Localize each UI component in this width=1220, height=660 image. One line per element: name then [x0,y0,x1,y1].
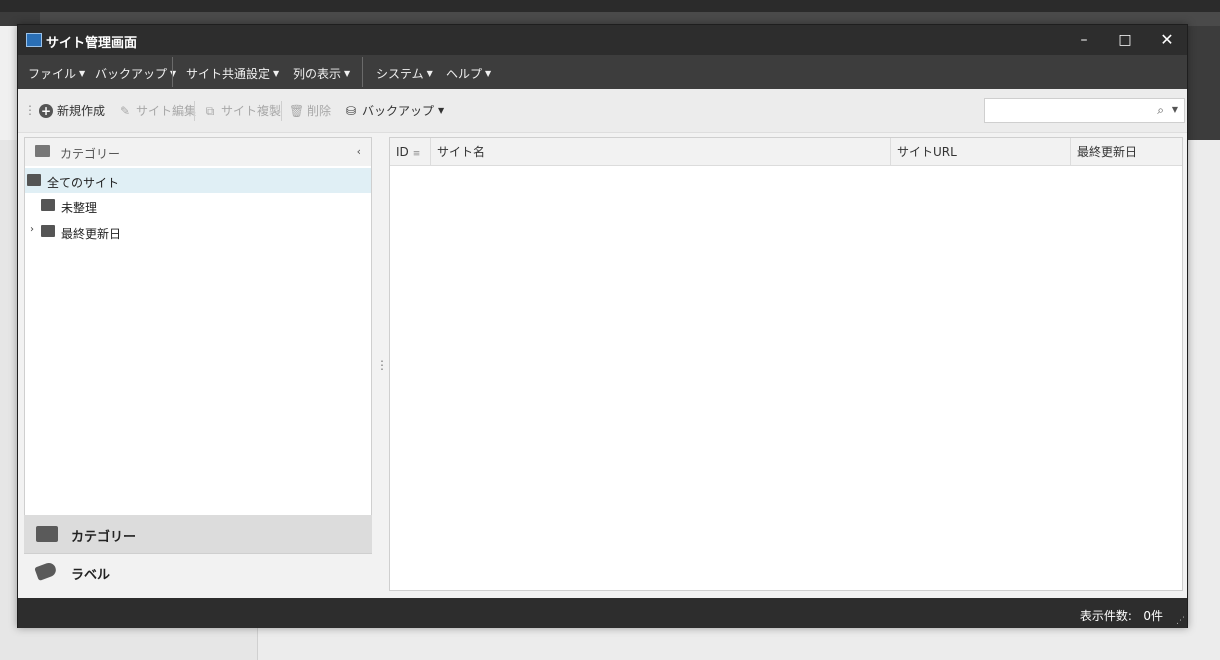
menu-system[interactable]: システム ▼ [376,65,433,82]
copy-site-button[interactable]: ⧉ サイト複製 [203,102,281,119]
title-bar[interactable]: サイト管理画面 – □ ✕ [18,25,1187,55]
column-header-site-name[interactable]: サイト名 [431,138,891,166]
folder-icon [36,526,58,542]
menu-help[interactable]: ヘルプ ▼ [446,65,491,82]
status-bar: 表示件数: 0件 ⋰ [18,598,1187,628]
chevron-down-icon[interactable]: ▼ [1172,105,1178,114]
chevron-down-icon: ▼ [344,69,351,78]
menu-backup[interactable]: バックアップ ▼ [95,65,176,82]
copy-icon: ⧉ [205,103,215,118]
close-button[interactable]: ✕ [1147,25,1187,55]
category-panel: カテゴリー ‹ 全てのサイト 未整理 › 最終更新日 [24,137,372,554]
toolbar-separator [194,101,195,121]
minimize-button[interactable]: – [1064,25,1104,55]
menu-file[interactable]: ファイル ▼ [28,65,85,82]
window-title: サイト管理画面 [46,36,138,51]
chevron-right-icon[interactable]: › [30,224,34,235]
box-icon [41,199,55,211]
chevron-down-icon: ▼ [79,69,86,78]
pencil-icon: ✎ [119,103,131,118]
splitter-handle[interactable]: ⋮ [376,358,388,372]
new-site-button[interactable]: + 新規作成 [39,102,105,119]
search-icon: ⌕ [1157,103,1164,117]
tag-icon [34,561,58,581]
menu-column-display[interactable]: 列の表示 ▼ [293,65,350,82]
site-manager-window: サイト管理画面 – □ ✕ ファイル ▼ バックアップ ▼ サイト共通設定 ▼ 列の表… [17,24,1188,628]
menu-bar: ファイル ▼ バックアップ ▼ サイト共通設定 ▼ 列の表示 ▼ システム ▼ ヘルプ ▼ [18,55,1187,89]
category-panel-title: カテゴリー [60,147,121,161]
menu-separator [362,57,363,87]
toolbar-grip-icon[interactable]: ⋮ [24,103,36,117]
menu-site-common-settings[interactable]: サイト共通設定 ▼ [186,65,279,82]
label-tab[interactable]: ラベル [24,553,372,591]
trash-icon: 🗑 [289,103,305,118]
resize-grip-icon[interactable]: ⋰ [1176,616,1185,626]
category-panel-header: カテゴリー ‹ [25,138,371,166]
toolbar: ⋮ + 新規作成 ✎ サイト編集 ⧉ サイト複製 🗑 削除 ⛁ バックアップ ▼… [18,89,1187,133]
maximize-button[interactable]: □ [1105,25,1145,55]
chevron-down-icon: ▼ [485,69,492,78]
database-icon: ⛁ [345,103,357,118]
sort-icon: ≡ [412,149,421,159]
toolbar-separator [281,101,282,121]
folder-icon [35,145,50,157]
calendar-clock-icon [41,225,55,237]
chevron-down-icon: ▼ [426,69,433,78]
column-header-last-updated[interactable]: 最終更新日 [1071,138,1182,166]
column-header-id[interactable]: ID ≡ [390,138,431,166]
app-icon [26,33,42,47]
category-tab[interactable]: カテゴリー [24,515,372,553]
delete-button[interactable]: 🗑 削除 [289,102,331,119]
tree-item-last-updated[interactable]: › 最終更新日 [25,219,371,244]
grid-header: ID ≡ サイト名 サイトURL 最終更新日 [390,138,1182,166]
chevron-down-icon: ▼ [273,69,280,78]
search-input[interactable]: ⌕ ▼ [984,98,1185,123]
chevron-down-icon: ▼ [438,106,445,115]
column-header-site-url[interactable]: サイトURL [891,138,1071,166]
record-count: 表示件数: 0件 [1079,609,1163,623]
tree-item-unsorted[interactable]: 未整理 [25,193,371,218]
edit-site-button[interactable]: ✎ サイト編集 [118,102,196,119]
collapse-panel-icon[interactable]: ‹ [357,145,361,158]
background-menubar [0,0,1220,12]
background-side-panel [0,26,18,140]
site-grid: ID ≡ サイト名 サイトURL 最終更新日 [389,137,1183,591]
tree-item-all-sites[interactable]: 全てのサイト [25,168,371,193]
backup-button[interactable]: ⛁ バックアップ ▼ [344,102,444,119]
plus-icon: + [39,103,53,118]
star-folder-icon [27,174,41,186]
chevron-down-icon: ▼ [170,69,177,78]
menu-separator [172,57,173,87]
